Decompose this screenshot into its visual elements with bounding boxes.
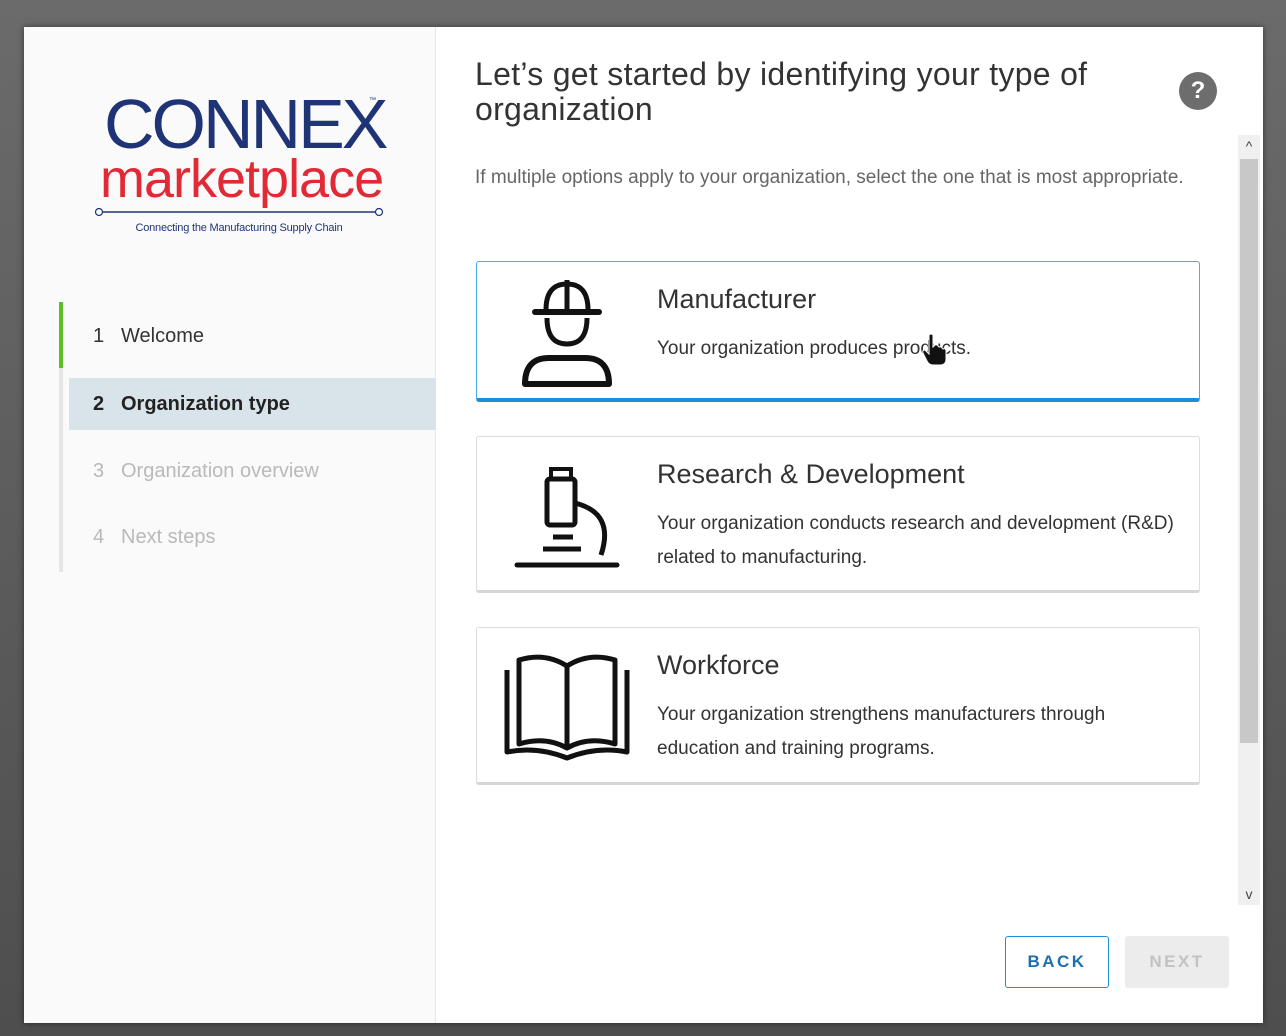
scrollbar[interactable]: ^ v — [1238, 135, 1260, 905]
scroll-down-arrow-icon[interactable]: v — [1238, 883, 1260, 905]
main-panel: Let’s get started by identifying your ty… — [437, 27, 1263, 1023]
scroll-up-arrow-icon[interactable]: ^ — [1238, 135, 1260, 157]
worker-hardhat-icon — [522, 280, 612, 387]
card-title: Research & Development — [657, 459, 965, 489]
step-next-steps: 4 Next steps — [69, 511, 436, 563]
option-card-workforce[interactable]: Workforce Your organization strengthens … — [476, 627, 1200, 785]
step-organization-overview: 3 Organization overview — [69, 445, 436, 497]
connex-marketplace-logo: CONNEX ™ marketplace Connecting the Manu… — [94, 89, 388, 239]
option-card-research-development[interactable]: Research & Development Your organization… — [476, 436, 1200, 593]
hand-cursor-icon — [922, 333, 947, 366]
page-title: Let’s get started by identifying your ty… — [475, 56, 1088, 127]
card-description: Your organization strengthens manufactur… — [657, 704, 1106, 759]
logo-brand-bottom: marketplace — [100, 149, 384, 209]
step-progress-indicator — [59, 302, 63, 368]
card-description: Your organization produces products. — [657, 338, 972, 359]
card-title: Manufacturer — [657, 284, 817, 314]
step-label: Welcome — [121, 325, 204, 347]
next-button[interactable]: NEXT — [1125, 936, 1229, 988]
open-book-icon — [504, 654, 630, 761]
step-number: 1 — [93, 325, 105, 347]
logo-trademark: ™ — [369, 97, 376, 104]
card-description: Your organization conducts research and … — [657, 513, 1174, 568]
microscope-icon — [514, 467, 620, 568]
onboarding-dialog: CONNEX ™ marketplace Connecting the Manu… — [24, 27, 1263, 1023]
option-card-manufacturer[interactable]: Manufacturer Your organization produces … — [476, 261, 1200, 402]
back-button[interactable]: BACK — [1005, 936, 1109, 988]
logo-tagline: Connecting the Manufacturing Supply Chai… — [135, 222, 343, 234]
page-subtitle: If multiple options apply to your organi… — [475, 167, 1184, 188]
step-label: Next steps — [121, 526, 216, 548]
step-welcome[interactable]: 1 Welcome — [69, 310, 436, 362]
help-icon[interactable]: ? — [1179, 72, 1217, 110]
scroll-thumb[interactable] — [1240, 159, 1258, 743]
step-label: Organization type — [121, 393, 290, 415]
logo-connector-line — [94, 207, 384, 217]
step-organization-type[interactable]: 2 Organization type — [69, 378, 436, 430]
step-number: 2 — [93, 393, 105, 415]
sidebar: CONNEX ™ marketplace Connecting the Manu… — [24, 27, 436, 1023]
step-number: 3 — [93, 460, 105, 482]
step-number: 4 — [93, 526, 105, 548]
card-title: Workforce — [657, 650, 780, 680]
step-label: Organization overview — [121, 460, 319, 482]
